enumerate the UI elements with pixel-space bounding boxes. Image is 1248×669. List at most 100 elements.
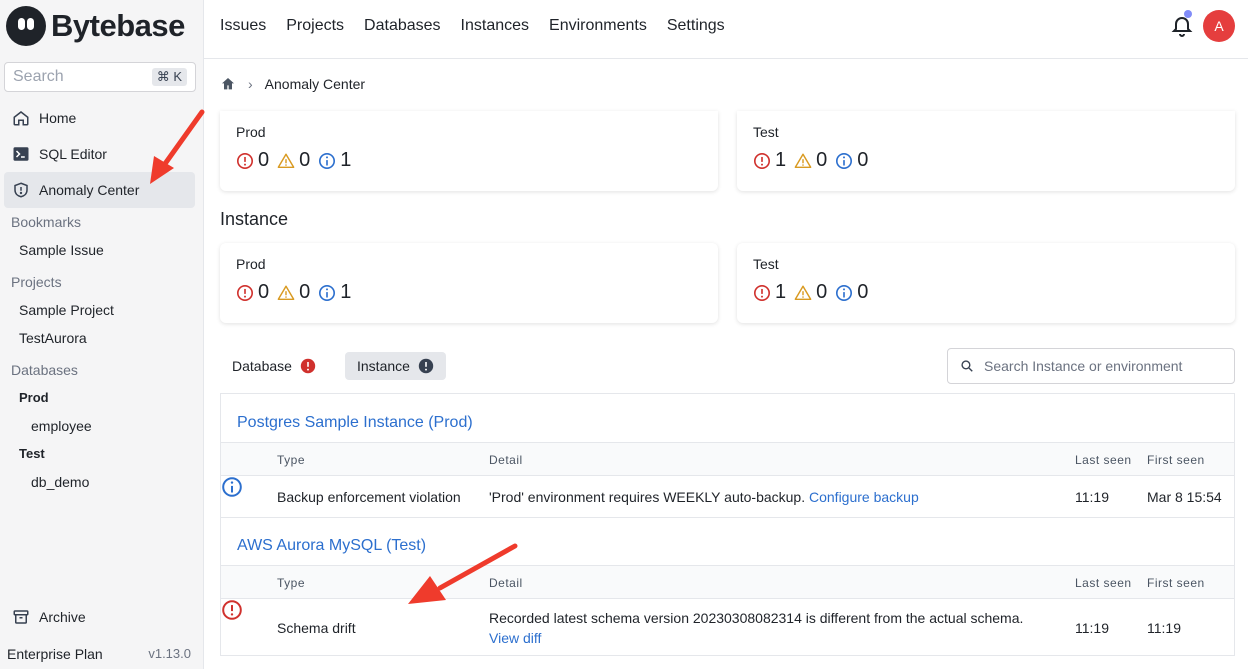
warning-icon: [794, 153, 812, 168]
home-icon: [13, 111, 29, 126]
alert-filled-icon: [418, 358, 434, 374]
info-icon: [836, 152, 853, 169]
bell-icon[interactable]: [1170, 14, 1194, 38]
warning-count: 0: [299, 281, 311, 303]
terminal-icon: [13, 147, 29, 161]
instance-summary-card[interactable]: Prod 0 0 1: [220, 243, 718, 323]
info-count: 1: [340, 281, 352, 303]
card-env: Prod: [236, 124, 266, 140]
warning-count: 0: [816, 149, 828, 171]
sidebar-item-sql-editor[interactable]: SQL Editor: [4, 136, 195, 172]
archive-icon: [13, 610, 29, 624]
tab-database[interactable]: Database: [220, 352, 328, 380]
table-row[interactable]: Backup enforcement violation 'Prod' envi…: [221, 476, 1234, 517]
database-summary-card[interactable]: Prod 0 0 1: [220, 111, 718, 191]
col-detail: Detail: [489, 576, 523, 590]
critical-icon: [753, 284, 771, 301]
project-item[interactable]: Sample Project: [19, 302, 114, 318]
group-title-link[interactable]: Postgres Sample Instance (Prod): [237, 414, 473, 432]
view-diff-link[interactable]: View diff: [489, 630, 541, 646]
anomaly-detail-text: 'Prod' environment requires WEEKLY auto-…: [489, 489, 806, 505]
search-shortcut-badge: ⌘ K: [151, 68, 187, 86]
table-row[interactable]: Schema drift Recorded latest schema vers…: [221, 599, 1234, 655]
critical-count: 0: [258, 281, 270, 303]
topnav-environments[interactable]: Environments: [549, 17, 647, 35]
sidebar-item-label: SQL Editor: [39, 146, 107, 162]
sidebar-item-home[interactable]: Home: [4, 100, 195, 136]
topnav-issues[interactable]: Issues: [220, 17, 266, 35]
bytebase-logo[interactable]: Bytebase: [6, 6, 185, 46]
anomaly-detail-text: Recorded latest schema version 202303080…: [489, 610, 1024, 626]
col-detail: Detail: [489, 453, 523, 467]
avatar[interactable]: A: [1203, 10, 1235, 42]
version-label: v1.13.0: [148, 646, 191, 661]
anomaly-detail: 'Prod' environment requires WEEKLY auto-…: [489, 489, 919, 505]
instance-summary-card[interactable]: Test 1 0 0: [737, 243, 1235, 323]
col-last-seen: Last seen: [1075, 576, 1132, 590]
breadcrumb: › Anomaly Center: [220, 76, 365, 92]
warning-count: 0: [299, 149, 311, 171]
bookmarks-heading: Bookmarks: [11, 214, 82, 230]
database-item[interactable]: employee: [31, 418, 92, 434]
notification-dot: [1184, 10, 1192, 18]
database-env-label[interactable]: Prod: [19, 390, 49, 405]
group-title-link[interactable]: AWS Aurora MySQL (Test): [237, 537, 426, 555]
alert-filled-icon: [300, 358, 316, 374]
col-last-seen: Last seen: [1075, 453, 1132, 467]
configure-backup-link[interactable]: Configure backup: [809, 489, 919, 505]
home-icon[interactable]: [220, 76, 236, 92]
search-placeholder: Search: [13, 68, 64, 85]
card-counts: 0 0 1: [236, 149, 359, 172]
info-count: 0: [857, 281, 869, 303]
row-divider: [221, 517, 1234, 518]
first-seen: 11:19: [1147, 620, 1181, 636]
topnav-instances[interactable]: Instances: [461, 17, 529, 35]
tab-instance[interactable]: Instance: [345, 352, 446, 380]
tab-label: Instance: [357, 358, 410, 374]
sidebar-item-label: Anomaly Center: [39, 182, 140, 198]
topnav-settings[interactable]: Settings: [667, 17, 725, 35]
anomaly-table: Postgres Sample Instance (Prod) Type Det…: [220, 393, 1235, 656]
topnav-projects[interactable]: Projects: [286, 17, 344, 35]
table-header: Type Detail Last seen First seen: [221, 565, 1234, 599]
database-summary-card[interactable]: Test 1 0 0: [737, 111, 1235, 191]
card-counts: 1 0 0: [753, 149, 876, 172]
sidebar: Bytebase Search ⌘ K Home SQL Editor Anom…: [0, 0, 204, 669]
databases-heading: Databases: [11, 362, 78, 378]
warning-icon: [277, 153, 295, 168]
archive-label: Archive: [39, 609, 86, 625]
database-item[interactable]: db_demo: [31, 474, 89, 490]
col-type: Type: [277, 576, 306, 590]
top-nav: Issues Projects Databases Instances Envi…: [220, 17, 725, 35]
last-seen: 11:19: [1075, 489, 1109, 505]
card-counts: 1 0 0: [753, 281, 876, 304]
critical-count: 1: [775, 281, 787, 303]
warning-count: 0: [816, 281, 828, 303]
anomaly-type: Backup enforcement violation: [277, 489, 461, 505]
info-icon: [319, 284, 336, 301]
sidebar-item-anomaly-center[interactable]: Anomaly Center: [4, 172, 195, 208]
card-counts: 0 0 1: [236, 281, 359, 304]
project-item[interactable]: TestAurora: [19, 330, 87, 346]
topnav-databases[interactable]: Databases: [364, 17, 441, 35]
critical-count: 0: [258, 149, 270, 171]
bytebase-logo-icon: [6, 6, 46, 46]
search-input[interactable]: Search ⌘ K: [4, 62, 196, 92]
database-env-label[interactable]: Test: [19, 446, 45, 461]
card-env: Prod: [236, 256, 266, 272]
chevron-right-icon: ›: [248, 76, 253, 92]
bookmark-item[interactable]: Sample Issue: [19, 242, 104, 258]
anomaly-type: Schema drift: [277, 620, 356, 636]
sidebar-item-archive[interactable]: Archive: [4, 599, 86, 635]
card-env: Test: [753, 124, 779, 140]
search-instance-input[interactable]: Search Instance or environment: [947, 348, 1235, 384]
warning-icon: [277, 285, 295, 300]
col-first-seen: First seen: [1147, 576, 1205, 590]
critical-icon: [753, 152, 771, 169]
shield-icon: [14, 182, 28, 198]
tab-label: Database: [232, 358, 292, 374]
first-seen: Mar 8 15:54: [1147, 489, 1222, 505]
plan-label[interactable]: Enterprise Plan: [7, 646, 103, 662]
col-type: Type: [277, 453, 306, 467]
info-icon: [319, 152, 336, 169]
